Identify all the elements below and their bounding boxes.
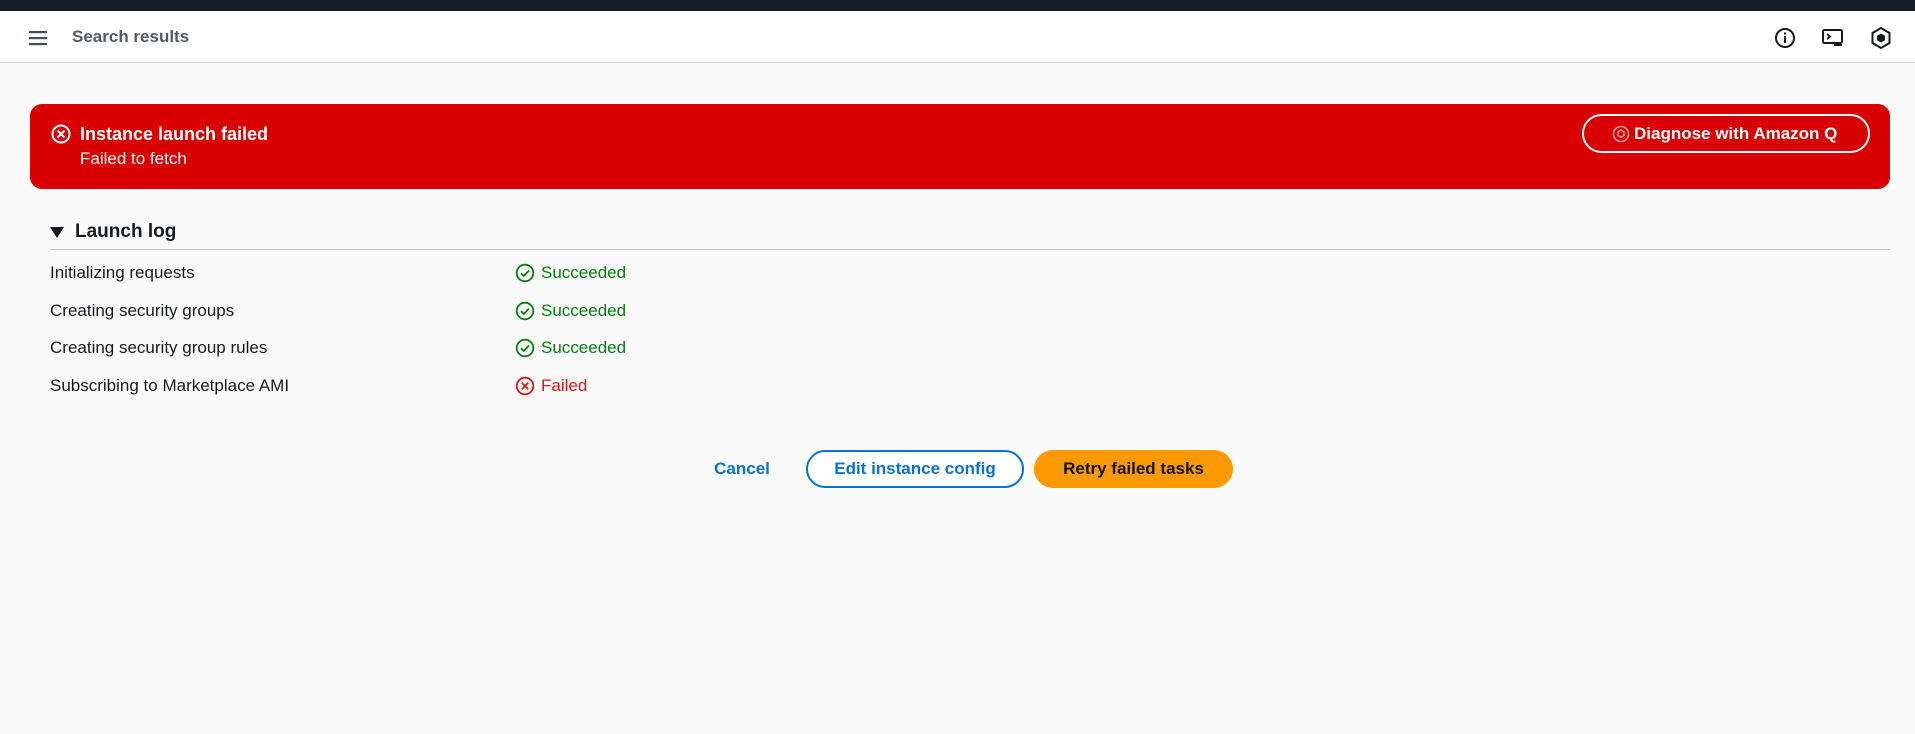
diagnose-amazon-q-button[interactable]: Diagnose with Amazon Q: [1582, 114, 1870, 153]
success-icon: [515, 263, 535, 283]
error-icon: [51, 124, 71, 144]
top-navigation-bar: [0, 0, 1915, 11]
amazon-q-icon[interactable]: [1868, 25, 1894, 51]
task-name: Creating security groups: [50, 301, 235, 320]
success-icon: [515, 338, 535, 358]
retry-failed-tasks-button[interactable]: Retry failed tasks: [1034, 450, 1233, 488]
edit-instance-config-button[interactable]: Edit instance config: [806, 450, 1024, 488]
amazon-q-icon: [1612, 125, 1630, 143]
error-alert: Instance launch failed Failed to fetch D…: [30, 104, 1890, 189]
cloudshell-icon[interactable]: [1820, 25, 1846, 51]
success-icon: [515, 301, 535, 321]
menu-icon[interactable]: [28, 28, 50, 48]
task-status: Succeeded: [541, 263, 627, 282]
task-name: Initializing requests: [50, 263, 195, 282]
alert-title: Instance launch failed: [80, 124, 269, 144]
task-status: Succeeded: [541, 301, 627, 320]
caret-down-icon[interactable]: [50, 227, 64, 238]
breadcrumb[interactable]: Search results: [72, 26, 189, 48]
task-name: Subscribing to Marketplace AMI: [50, 376, 290, 395]
log-row: Creating security groups Succeeded: [50, 298, 1050, 324]
cancel-button[interactable]: Cancel: [700, 450, 784, 488]
info-icon[interactable]: [1772, 25, 1798, 51]
task-status: Succeeded: [541, 338, 627, 357]
alert-message: Failed to fetch: [80, 149, 187, 168]
diagnose-label: Diagnose with Amazon Q: [1634, 124, 1838, 143]
failed-icon: [515, 376, 535, 396]
page-header: Search results: [0, 11, 1915, 63]
task-status: Failed: [541, 376, 588, 395]
log-row: Initializing requests Succeeded: [50, 260, 1050, 286]
launch-log-header[interactable]: Launch log: [50, 220, 1890, 250]
log-row: Subscribing to Marketplace AMI Failed: [50, 373, 1050, 399]
launch-log-title: Launch log: [75, 221, 177, 242]
log-row: Creating security group rules Succeeded: [50, 335, 1050, 361]
task-name: Creating security group rules: [50, 338, 268, 357]
